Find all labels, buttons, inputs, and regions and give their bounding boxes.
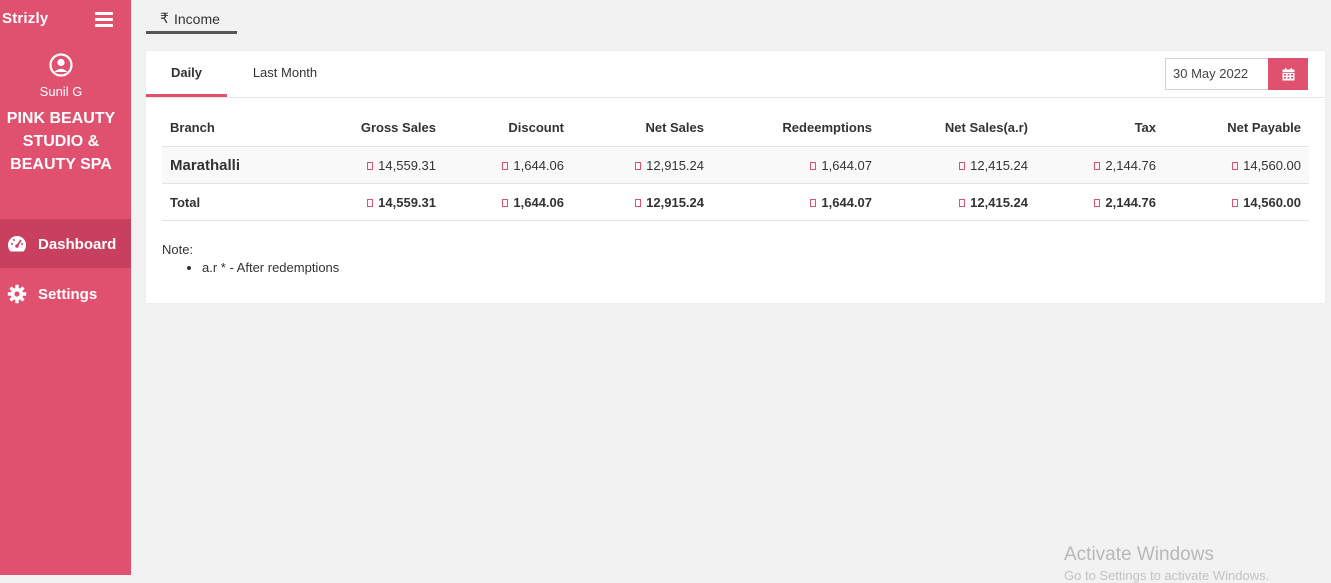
- column-header: Gross Sales: [360, 120, 436, 135]
- currency-icon: [810, 161, 817, 170]
- total-net-payable: 14,560.00: [1243, 194, 1301, 210]
- total-net-sales-ar: 12,415.24: [970, 194, 1028, 210]
- currency-icon: [635, 198, 642, 207]
- column-header: Net Sales(a.r): [944, 120, 1028, 135]
- calendar-button[interactable]: [1268, 58, 1308, 90]
- currency-icon: [635, 161, 642, 170]
- dashboard-gauge-icon: [8, 236, 26, 252]
- tab-last-month[interactable]: Last Month: [240, 51, 330, 97]
- user-name: Sunil G: [39, 84, 83, 99]
- currency-icon: [1094, 161, 1101, 170]
- sidebar-item-label: Dashboard: [38, 236, 117, 253]
- total-gross-sales: 14,559.31: [378, 194, 436, 210]
- column-header: Net Payable: [1227, 120, 1301, 135]
- sidebar: Strizly Sunil G PINK BEAUTY STUDIO & BEA…: [0, 0, 131, 575]
- note-section: Note: a.r * - After redemptions: [162, 242, 339, 276]
- tab-income[interactable]: ₹ Income: [146, 0, 237, 34]
- total-redemptions: 1,644.07: [821, 194, 872, 210]
- total-tax: 2,144.76: [1105, 194, 1156, 210]
- column-header: Redeemptions: [782, 120, 872, 135]
- currency-icon: [1094, 198, 1101, 207]
- sidebar-header: Strizly: [0, 0, 131, 38]
- currency-icon: [367, 198, 374, 207]
- currency-icon: [1232, 161, 1239, 170]
- net-payable-value: 14,560.00: [1243, 157, 1301, 173]
- note-item: a.r * - After redemptions: [202, 260, 339, 276]
- branch-name: Marathalli: [170, 156, 241, 174]
- business-name: PINK BEAUTY STUDIO & BEAUTY SPA: [6, 110, 116, 173]
- currency-icon: [959, 161, 966, 170]
- sidebar-item-settings[interactable]: Settings: [0, 269, 131, 318]
- redemptions-value: 1,644.07: [821, 157, 872, 173]
- tax-value: 2,144.76: [1105, 157, 1156, 173]
- net-sales-ar-value: 12,415.24: [970, 157, 1028, 173]
- calendar-icon: [1282, 68, 1295, 81]
- user-avatar-icon: [49, 53, 73, 77]
- table-row: Marathalli 14,559.31 1,644.06 12,915.24 …: [162, 146, 1309, 184]
- income-card: Daily Last Month 30 May 2022 Branch Gros…: [146, 51, 1325, 303]
- currency-icon: [810, 198, 817, 207]
- note-title: Note:: [162, 242, 194, 257]
- currency-icon: [502, 161, 509, 170]
- total-discount: 1,644.06: [513, 194, 564, 210]
- discount-value: 1,644.06: [513, 157, 564, 173]
- activate-windows-watermark: Activate Windows: [1064, 544, 1214, 565]
- income-table: Branch Gross Sales Discount Net Sales Re…: [162, 109, 1309, 221]
- column-header: Tax: [1134, 120, 1156, 135]
- column-header: Discount: [508, 120, 564, 135]
- gross-sales-value: 14,559.31: [378, 157, 436, 173]
- table-header-row: Branch Gross Sales Discount Net Sales Re…: [162, 109, 1309, 147]
- activate-windows-subtext: Go to Settings to activate Windows.: [1064, 568, 1270, 583]
- tab-daily[interactable]: Daily: [146, 51, 227, 97]
- menu-toggle-icon[interactable]: [95, 11, 113, 27]
- rupee-icon: ₹: [160, 10, 169, 26]
- currency-icon: [1232, 198, 1239, 207]
- currency-icon: [367, 161, 374, 170]
- table-total-row: Total 14,559.31 1,644.06 12,915.24 1,644…: [162, 183, 1309, 221]
- column-header: Net Sales: [645, 120, 704, 135]
- tab-income-label: Income: [174, 11, 220, 27]
- sidebar-item-label: Settings: [38, 286, 98, 303]
- date-input[interactable]: 30 May 2022: [1165, 58, 1269, 90]
- net-sales-value: 12,915.24: [646, 157, 704, 173]
- currency-icon: [502, 198, 509, 207]
- total-net-sales: 12,915.24: [646, 194, 704, 210]
- card-header: Daily Last Month 30 May 2022: [146, 51, 1325, 98]
- column-header: Branch: [170, 120, 215, 135]
- sidebar-item-dashboard[interactable]: Dashboard: [0, 219, 131, 268]
- gear-icon: [7, 284, 27, 304]
- total-label: Total: [170, 194, 201, 210]
- note-list: a.r * - After redemptions: [162, 260, 339, 276]
- currency-icon: [959, 198, 966, 207]
- brand-logo[interactable]: Strizly: [2, 10, 48, 27]
